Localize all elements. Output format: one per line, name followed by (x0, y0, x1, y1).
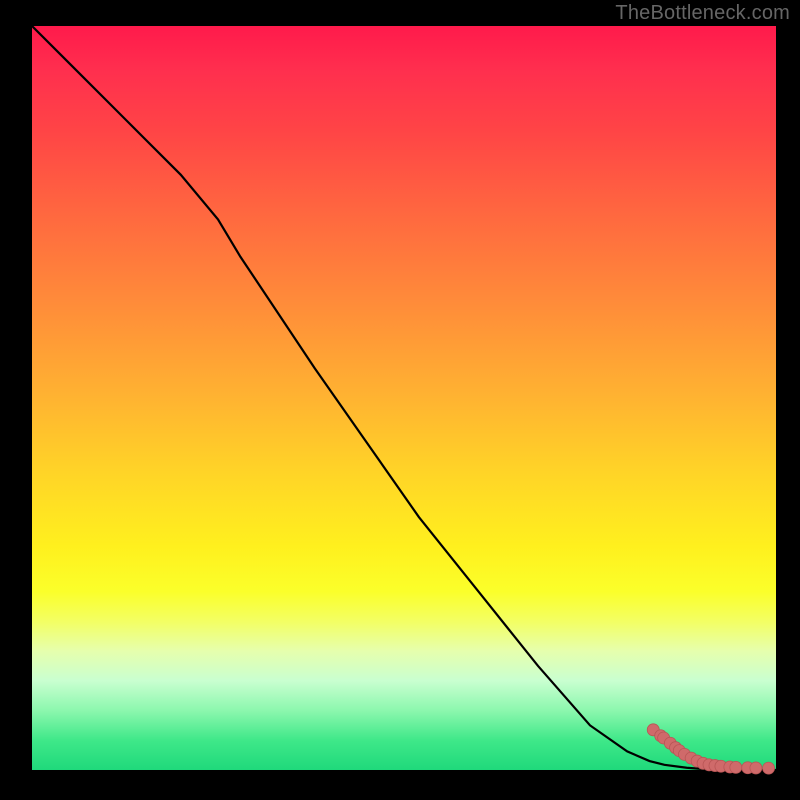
sample-point (730, 761, 742, 773)
sample-point (750, 762, 762, 774)
chart-svg (32, 26, 776, 770)
sample-point (763, 762, 775, 774)
bottleneck-curve (32, 26, 776, 770)
chart-stage: TheBottleneck.com (0, 0, 800, 800)
plot-area (32, 26, 776, 770)
sample-points (647, 724, 774, 774)
watermark-label: TheBottleneck.com (615, 2, 790, 25)
